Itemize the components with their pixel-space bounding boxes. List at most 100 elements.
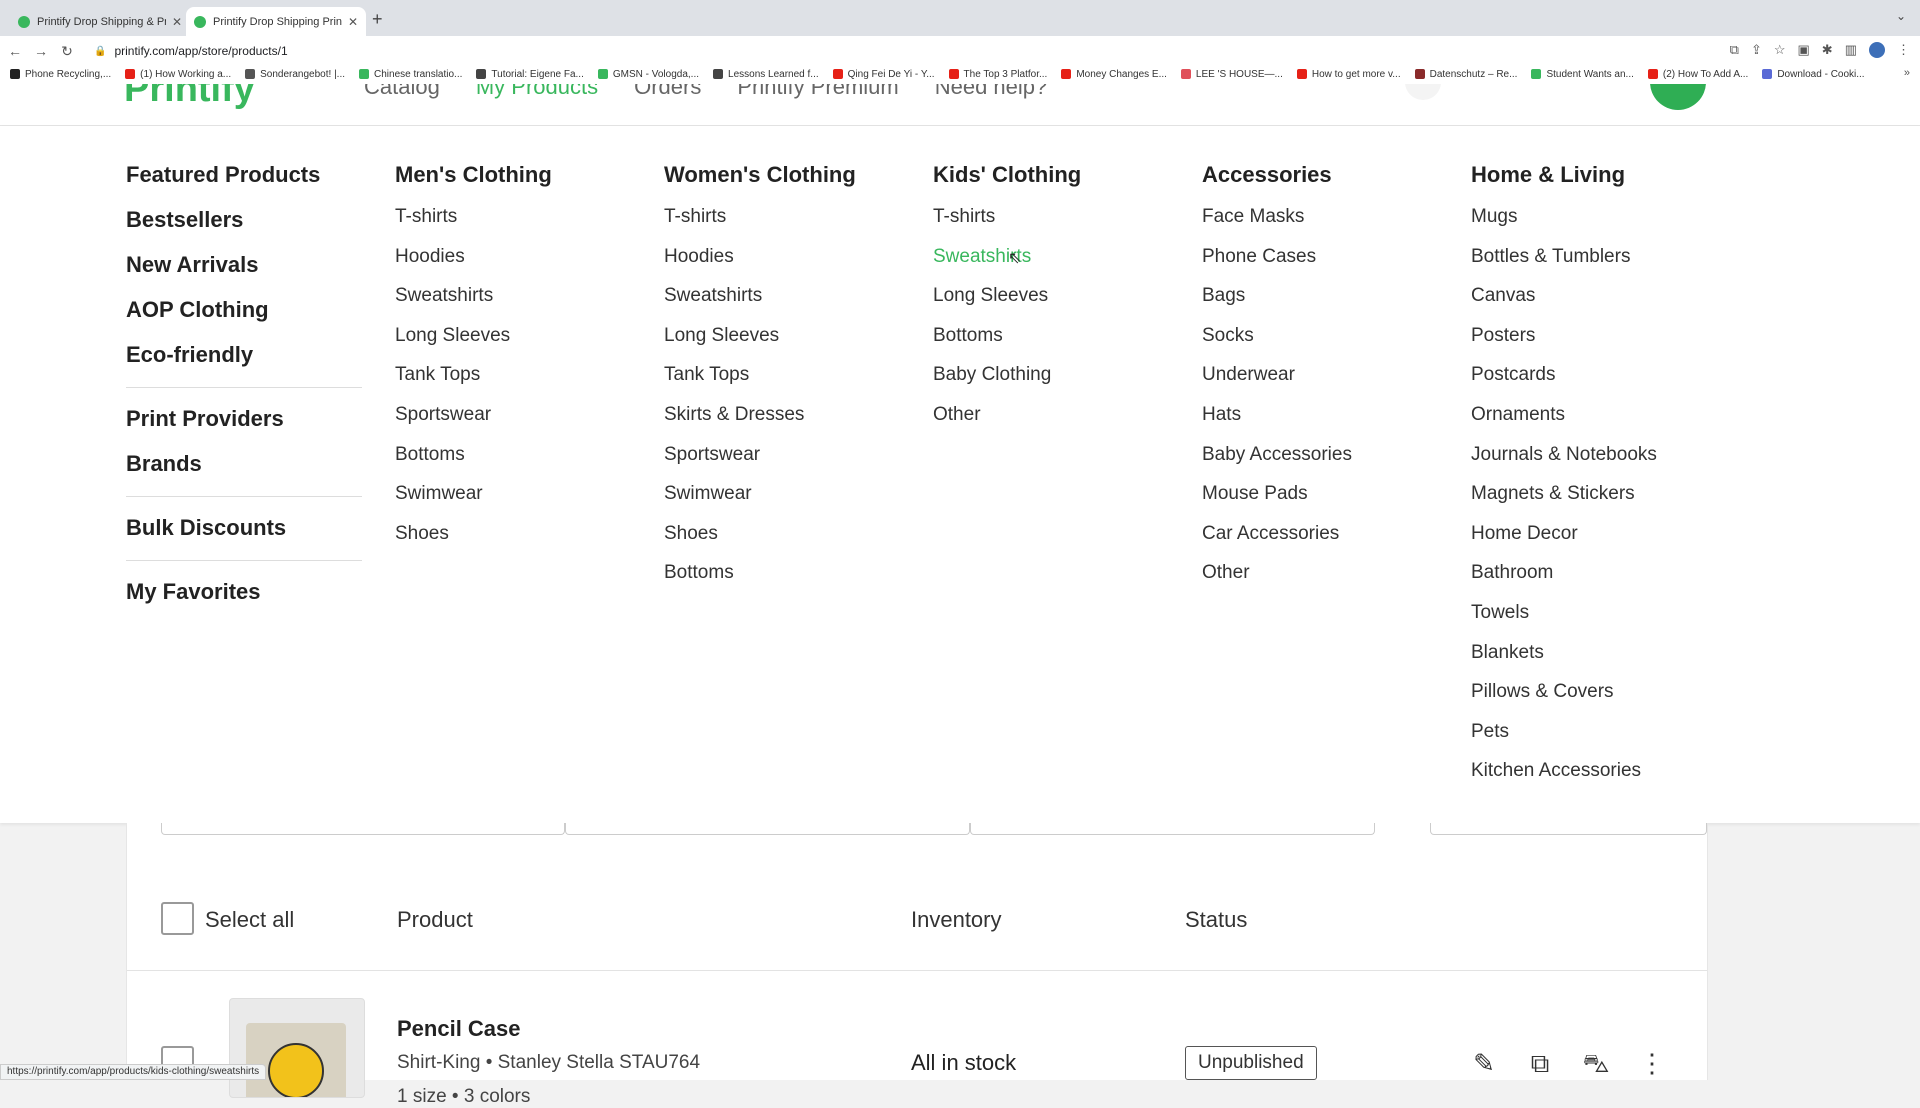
menu-item[interactable]: Mugs [1471,205,1731,245]
share-icon[interactable]: ⇪ [1751,42,1762,58]
select-all-label[interactable]: Select all [205,907,294,933]
menu-item[interactable]: Baby Clothing [933,363,1193,403]
menu-item[interactable]: Long Sleeves [395,324,655,364]
menu-item[interactable]: Shoes [395,522,655,562]
menu-item[interactable]: Postcards [1471,363,1731,403]
menu-item[interactable]: Tank Tops [395,363,655,403]
menu-item[interactable]: Sweatshirts [664,284,924,324]
menu-item[interactable]: T-shirts [933,205,1193,245]
menu-item[interactable]: Mouse Pads [1202,482,1462,522]
menu-column-title[interactable]: Home & Living [1471,162,1731,205]
extension-icon[interactable]: ▣ [1798,42,1810,58]
chevron-down-icon[interactable]: ⌄ [1896,9,1906,23]
nav-my-products[interactable]: My Products [476,84,598,100]
menu-item[interactable]: Canvas [1471,284,1731,324]
menu-item[interactable]: Face Masks [1202,205,1462,245]
menu-column-title[interactable]: Accessories [1202,162,1462,205]
printify-logo[interactable]: Printify [124,84,255,111]
bookmark-item[interactable]: LEE 'S HOUSE—... [1180,69,1283,80]
menu-featured-products[interactable]: Featured Products [126,162,362,207]
more-bookmarks-icon[interactable]: » [1904,67,1910,79]
menu-item[interactable]: Journals & Notebooks [1471,443,1731,483]
menu-item[interactable]: Bottles & Tumblers [1471,245,1731,285]
sidebar-icon[interactable]: ▥ [1845,42,1857,58]
close-icon[interactable]: ✕ [172,15,182,29]
profile-avatar[interactable] [1869,42,1885,58]
menu-item[interactable]: Sportswear [664,443,924,483]
filter-field[interactable] [565,823,970,835]
menu-item[interactable]: Bottoms [395,443,655,483]
menu-item[interactable]: Phone Cases [1202,245,1462,285]
menu-item[interactable]: Long Sleeves [664,324,924,364]
menu-item[interactable]: Hats [1202,403,1462,443]
bookmark-item[interactable]: Datenschutz – Re... [1414,69,1517,80]
menu-item[interactable]: Bottoms [933,324,1193,364]
menu-item[interactable]: Magnets & Stickers [1471,482,1731,522]
nav-catalog[interactable]: Catalog [364,84,440,100]
select-all-checkbox[interactable] [161,902,194,935]
bookmark-item[interactable]: The Top 3 Platfor... [948,69,1047,80]
menu-item[interactable]: Bathroom [1471,561,1731,601]
nav-orders[interactable]: Orders [634,84,701,100]
menu-item[interactable]: Long Sleeves [933,284,1193,324]
menu-item[interactable]: Other [933,403,1193,443]
bookmark-item[interactable]: Lessons Learned f... [713,69,819,80]
menu-item[interactable]: Kitchen Accessories [1471,759,1731,799]
kebab-menu-icon[interactable]: ⋮ [1897,42,1910,58]
menu-item[interactable]: Other [1202,561,1462,601]
menu-brands[interactable]: Brands [126,451,362,496]
bookmark-item[interactable]: Tutorial: Eigene Fa... [476,69,584,80]
menu-item[interactable]: Sportswear [395,403,655,443]
menu-item[interactable]: Hoodies [395,245,655,285]
menu-eco-friendly[interactable]: Eco-friendly [126,342,362,387]
bookmark-item[interactable]: Sonderangebot! |... [245,69,345,80]
edit-brush-icon[interactable]: ✎ [1467,1046,1501,1080]
menu-my-favorites[interactable]: My Favorites [126,579,362,624]
menu-print-providers[interactable]: Print Providers [126,406,362,451]
menu-item[interactable]: Socks [1202,324,1462,364]
filter-field[interactable] [1430,823,1707,835]
menu-column-title[interactable]: Men's Clothing [395,162,655,205]
close-icon[interactable]: ✕ [348,15,358,29]
bookmark-item[interactable]: Qing Fei De Yi - Y... [832,69,935,80]
menu-new-arrivals[interactable]: New Arrivals [126,252,362,297]
table-row[interactable]: Pencil Case Shirt-King • Stanley Stella … [127,972,1707,1107]
menu-item[interactable]: Baby Accessories [1202,443,1462,483]
filter-field[interactable] [161,823,565,835]
menu-item[interactable]: Shoes [664,522,924,562]
menu-item[interactable]: Towels [1471,601,1731,641]
bookmark-item[interactable]: How to get more v... [1296,69,1401,80]
menu-item[interactable]: Blankets [1471,641,1731,681]
menu-item[interactable]: Pets [1471,720,1731,760]
menu-item[interactable]: Car Accessories [1202,522,1462,562]
menu-item[interactable]: Swimwear [664,482,924,522]
product-thumbnail[interactable] [229,998,365,1098]
bookmark-item[interactable]: GMSN - Vologda,... [597,69,699,80]
bookmark-item[interactable]: (2) How To Add A... [1647,69,1748,80]
menu-item[interactable]: Sweatshirts [395,284,655,324]
menu-aop-clothing[interactable]: AOP Clothing [126,297,362,342]
back-icon[interactable]: ← [4,43,26,59]
menu-item[interactable]: Home Decor [1471,522,1731,562]
menu-column-title[interactable]: Women's Clothing [664,162,924,205]
menu-item[interactable]: Swimwear [395,482,655,522]
bookmark-item[interactable]: (1) How Working a... [125,69,231,80]
menu-item[interactable]: Posters [1471,324,1731,364]
bookmark-item[interactable]: Chinese translatio... [359,69,462,80]
menu-item[interactable]: Skirts & Dresses [664,403,924,443]
bookmark-item[interactable]: Money Changes E... [1061,69,1167,80]
menu-item[interactable]: Bottoms [664,561,924,601]
menu-item[interactable]: Sweatshirts [933,245,1193,285]
filter-field[interactable] [970,823,1375,835]
menu-item[interactable]: Underwear [1202,363,1462,403]
menu-item[interactable]: Tank Tops [664,363,924,403]
browser-tab[interactable]: Printify Drop Shipping & Printi ✕ [10,7,190,36]
menu-item[interactable]: Hoodies [664,245,924,285]
notification-icon[interactable] [1405,84,1441,100]
menu-bestsellers[interactable]: Bestsellers [126,207,362,252]
bookmark-item[interactable]: Student Wants an... [1531,69,1634,80]
browser-tab-active[interactable]: Printify Drop Shipping Print on ✕ [186,7,366,36]
menu-column-title[interactable]: Kids' Clothing [933,162,1193,205]
star-icon[interactable]: ☆ [1774,42,1786,58]
bookmark-item[interactable]: Phone Recycling,... [10,69,111,80]
